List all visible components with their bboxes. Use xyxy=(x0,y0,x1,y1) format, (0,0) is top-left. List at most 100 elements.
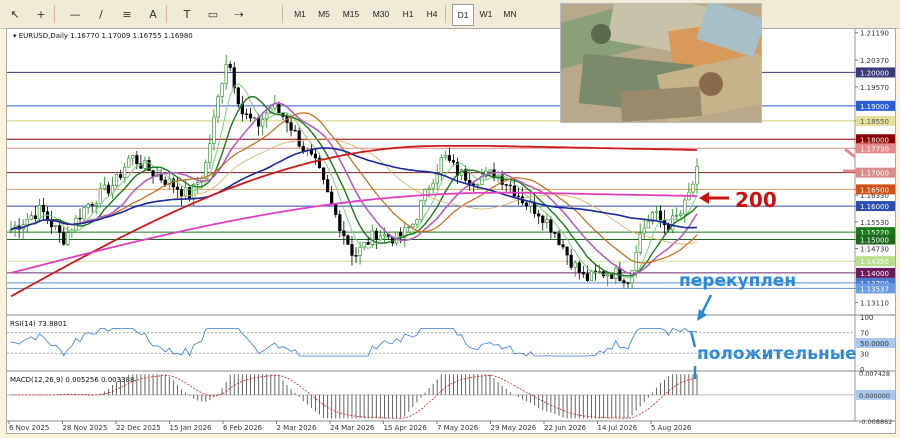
candle-body xyxy=(431,182,435,189)
candle-body xyxy=(25,219,29,226)
fib-icon[interactable]: ≡ xyxy=(118,4,136,24)
chart-window[interactable]: 1.21190 1.20370 1.20000 1.19570 1.19000 1.185… xyxy=(6,28,896,434)
label-icon[interactable]: T xyxy=(178,4,196,24)
candle-body xyxy=(135,155,139,165)
candle-body xyxy=(565,246,569,256)
candle-body xyxy=(504,184,508,186)
rsi-label: RSI(14) 73.8801 xyxy=(10,320,67,328)
price-tick-label: 1.15530 xyxy=(860,219,889,227)
candle-body xyxy=(277,103,281,114)
candle-body xyxy=(573,262,577,268)
timeframe-m15[interactable]: M15 xyxy=(338,4,364,24)
cursor-icon[interactable]: ↖ xyxy=(6,4,24,24)
arrow-icon[interactable]: ⇢ xyxy=(230,4,248,24)
candle-body xyxy=(585,273,590,282)
candle-body xyxy=(313,153,318,159)
timeframe-h1[interactable]: H1 xyxy=(398,4,418,24)
timeframe-m30[interactable]: M30 xyxy=(368,4,394,24)
candle-body xyxy=(642,227,646,234)
candle-body xyxy=(163,179,167,186)
timeframe-m5[interactable]: M5 xyxy=(314,4,334,24)
ma200-arrow-head xyxy=(699,192,709,204)
candle-body xyxy=(123,166,127,178)
candle-body xyxy=(419,200,423,221)
rsi-axis-label: 50.0000 xyxy=(860,340,889,348)
hline-icon[interactable]: — xyxy=(66,4,84,24)
timeframe-mn[interactable]: MN xyxy=(500,4,520,24)
candle-body xyxy=(131,155,135,159)
candle-body xyxy=(350,244,354,256)
candle-body xyxy=(342,230,346,237)
candle-body xyxy=(472,183,476,186)
macd-label: MACD(12,26,9) 0.005256 0.003388 xyxy=(10,376,134,384)
timeframe-w1[interactable]: W1 xyxy=(476,4,496,24)
candle-body xyxy=(62,232,66,245)
candle-body xyxy=(658,210,663,221)
price-tick-label: 1.21190 xyxy=(860,30,889,38)
crosshair-icon[interactable]: + xyxy=(32,4,50,24)
price-tick-label: 1.13110 xyxy=(860,300,889,308)
candle-body xyxy=(54,225,58,228)
text-icon[interactable]: A xyxy=(144,4,162,24)
rect-icon[interactable]: ▭ xyxy=(204,4,222,24)
time-tick-label: 14 Jul 2026 xyxy=(598,424,638,432)
time-tick-label: 5 Aug 2026 xyxy=(651,424,692,432)
candle-body xyxy=(326,179,330,193)
candle-body xyxy=(66,232,70,245)
candle-body xyxy=(488,169,492,172)
toolbar-separator xyxy=(166,5,167,23)
candle-body xyxy=(106,184,111,194)
candle-body xyxy=(159,174,163,181)
level-tag-label: 1.14000 xyxy=(860,270,889,278)
candle-body xyxy=(581,272,585,275)
terminal-window: ↖ + — / ≡ A T ▭ ⇢ M1 M5 M15 M30 H1 H4 D1 W1 MN 1.21190 1.2… xyxy=(0,0,900,438)
price-tick-label: 1.20370 xyxy=(860,57,889,65)
candle-body xyxy=(622,280,626,283)
candle-body xyxy=(90,203,94,206)
positive-annotation: положительные xyxy=(697,344,857,364)
candle-body xyxy=(577,262,581,273)
candle-body xyxy=(512,185,516,197)
trendline-icon[interactable]: / xyxy=(92,4,110,24)
candle-body xyxy=(330,191,334,205)
candle-body xyxy=(33,215,37,220)
candle-body xyxy=(114,174,119,187)
candle-body xyxy=(220,83,224,97)
candle-body xyxy=(102,184,106,189)
currency-photo xyxy=(560,3,762,123)
candle-body xyxy=(216,96,220,118)
level-tag-label: 1.19000 xyxy=(860,103,889,111)
level-tag-label: 1.16000 xyxy=(860,203,889,211)
candle-body xyxy=(382,233,387,237)
rsi-axis-label: 100 xyxy=(860,314,873,322)
toolbar-separator xyxy=(54,5,55,23)
candle-body xyxy=(127,157,131,168)
level-tag-label: 1.17730 xyxy=(860,145,889,153)
candle-body xyxy=(212,116,216,144)
candle-body xyxy=(78,217,82,220)
timeframe-d1[interactable]: D1 xyxy=(452,4,474,26)
candle-body xyxy=(626,282,630,284)
candle-body xyxy=(82,207,86,220)
candle-body xyxy=(179,189,184,197)
candle-body xyxy=(508,184,512,187)
level-tag-label: 1.20000 xyxy=(860,69,889,77)
timeframe-m1[interactable]: M1 xyxy=(290,4,310,24)
candle-body xyxy=(541,215,545,223)
candle-body xyxy=(236,87,240,105)
candle-body xyxy=(228,64,232,68)
rsi-line xyxy=(10,327,697,357)
candle-body xyxy=(569,254,573,268)
candle-body xyxy=(358,247,362,256)
chart-header-label: ▾ EURUSD,Daily 1.16770 1.17009 1.16755 1… xyxy=(13,32,193,40)
positive-arrow xyxy=(689,330,697,348)
level-tag-label: 1.13537 xyxy=(860,285,889,293)
overbought-annotation: перекуплен xyxy=(679,271,796,291)
rsi-axis-label: 70 xyxy=(860,330,869,338)
candle-body xyxy=(447,155,451,161)
timeframe-h4[interactable]: H4 xyxy=(422,4,442,24)
candle-body xyxy=(338,214,342,232)
candle-body xyxy=(549,219,553,233)
candle-body xyxy=(679,213,683,216)
candle-body xyxy=(289,122,293,131)
